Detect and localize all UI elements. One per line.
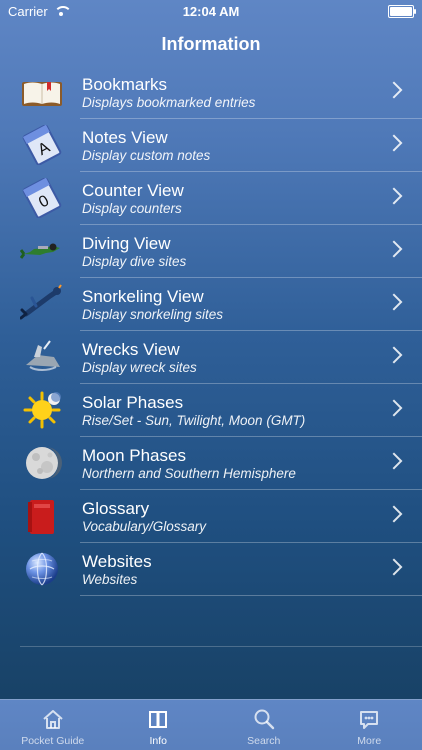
tab-bar: Pocket Guide Info Search More xyxy=(0,699,422,750)
sun-icon xyxy=(20,390,64,430)
wifi-icon xyxy=(54,6,68,16)
tab-label: Pocket Guide xyxy=(21,735,85,747)
counter-icon: 0 xyxy=(20,178,64,218)
glossary-icon xyxy=(20,496,64,536)
tab-search[interactable]: Search xyxy=(211,700,317,750)
chevron-right-icon xyxy=(385,293,403,311)
tab-info[interactable]: Info xyxy=(106,700,212,750)
list-item-websites[interactable]: Websites Websites xyxy=(0,543,422,596)
home-icon xyxy=(43,710,63,729)
snorkeler-icon xyxy=(20,284,64,324)
book-icon xyxy=(20,72,64,112)
item-subtitle: Display snorkeling sites xyxy=(82,307,224,322)
tab-label: Info xyxy=(149,735,167,747)
information-list: Bookmarks Displays bookmarked entries A … xyxy=(0,66,422,700)
more-icon xyxy=(360,711,379,729)
notes-icon: A xyxy=(20,125,64,165)
list-item-bookmarks[interactable]: Bookmarks Displays bookmarked entries xyxy=(0,66,422,119)
search-icon xyxy=(254,709,274,730)
chevron-right-icon xyxy=(385,399,403,417)
item-subtitle: Display wreck sites xyxy=(82,360,197,375)
item-title: Websites xyxy=(82,552,152,571)
tab-more[interactable]: More xyxy=(317,700,422,750)
item-title: Counter View xyxy=(82,181,184,200)
tab-label: Search xyxy=(247,735,281,747)
chevron-right-icon xyxy=(385,81,403,99)
list-item-moon-phases[interactable]: Moon Phases Northern and Southern Hemisp… xyxy=(0,437,422,490)
item-subtitle: Northern and Southern Hemisphere xyxy=(82,466,296,481)
item-title: Diving View xyxy=(82,234,171,253)
list-item-counter-view[interactable]: 0 Counter View Display counters xyxy=(0,172,422,225)
navigation-bar: Information xyxy=(0,22,422,66)
item-subtitle: Websites xyxy=(82,572,138,587)
status-left: Carrier xyxy=(8,4,68,19)
item-subtitle: Display custom notes xyxy=(82,148,211,163)
item-subtitle: Display dive sites xyxy=(82,254,187,269)
chevron-right-icon xyxy=(385,505,403,523)
item-title: Glossary xyxy=(82,499,150,518)
chevron-right-icon xyxy=(385,558,403,576)
item-title: Notes View xyxy=(82,128,168,147)
divider xyxy=(80,595,422,596)
book-icon xyxy=(149,711,168,728)
item-subtitle: Display counters xyxy=(82,201,182,216)
item-title: Snorkeling View xyxy=(82,287,204,306)
list-item-solar-phases[interactable]: Solar Phases Rise/Set - Sun, Twilight, M… xyxy=(0,384,422,437)
tab-label: More xyxy=(357,735,382,747)
chevron-right-icon xyxy=(385,346,403,364)
moon-icon xyxy=(20,443,64,483)
list-item-diving-view[interactable]: Diving View Display dive sites xyxy=(0,225,422,278)
list-item-snorkeling-view[interactable]: Snorkeling View Display snorkeling sites xyxy=(0,278,422,331)
item-title: Bookmarks xyxy=(82,75,168,94)
tab-pocket-guide[interactable]: Pocket Guide xyxy=(0,700,106,750)
chevron-right-icon xyxy=(385,452,403,470)
item-title: Solar Phases xyxy=(82,393,184,412)
globe-icon xyxy=(20,549,64,589)
carrier-label: Carrier xyxy=(8,3,48,19)
chevron-right-icon xyxy=(385,187,403,205)
item-subtitle: Rise/Set - Sun, Twilight, Moon (GMT) xyxy=(82,413,306,428)
list-item-notes-view[interactable]: A Notes View Display custom notes xyxy=(0,119,422,172)
page-title: Information xyxy=(161,33,261,54)
wreck-icon xyxy=(20,337,64,377)
chevron-right-icon xyxy=(385,134,403,152)
status-bar: Carrier 12:04 AM xyxy=(0,0,422,22)
item-subtitle: Vocabulary/Glossary xyxy=(82,519,207,534)
chevron-right-icon xyxy=(385,240,403,258)
item-subtitle: Displays bookmarked entries xyxy=(82,95,256,110)
item-title: Moon Phases xyxy=(82,446,186,465)
diver-icon xyxy=(20,231,64,271)
battery-icon xyxy=(388,4,416,18)
bottom-separator xyxy=(20,646,422,647)
item-title: Wrecks View xyxy=(82,340,180,359)
list-item-wrecks-view[interactable]: Wrecks View Display wreck sites xyxy=(0,331,422,384)
list-item-glossary[interactable]: Glossary Vocabulary/Glossary xyxy=(0,490,422,543)
